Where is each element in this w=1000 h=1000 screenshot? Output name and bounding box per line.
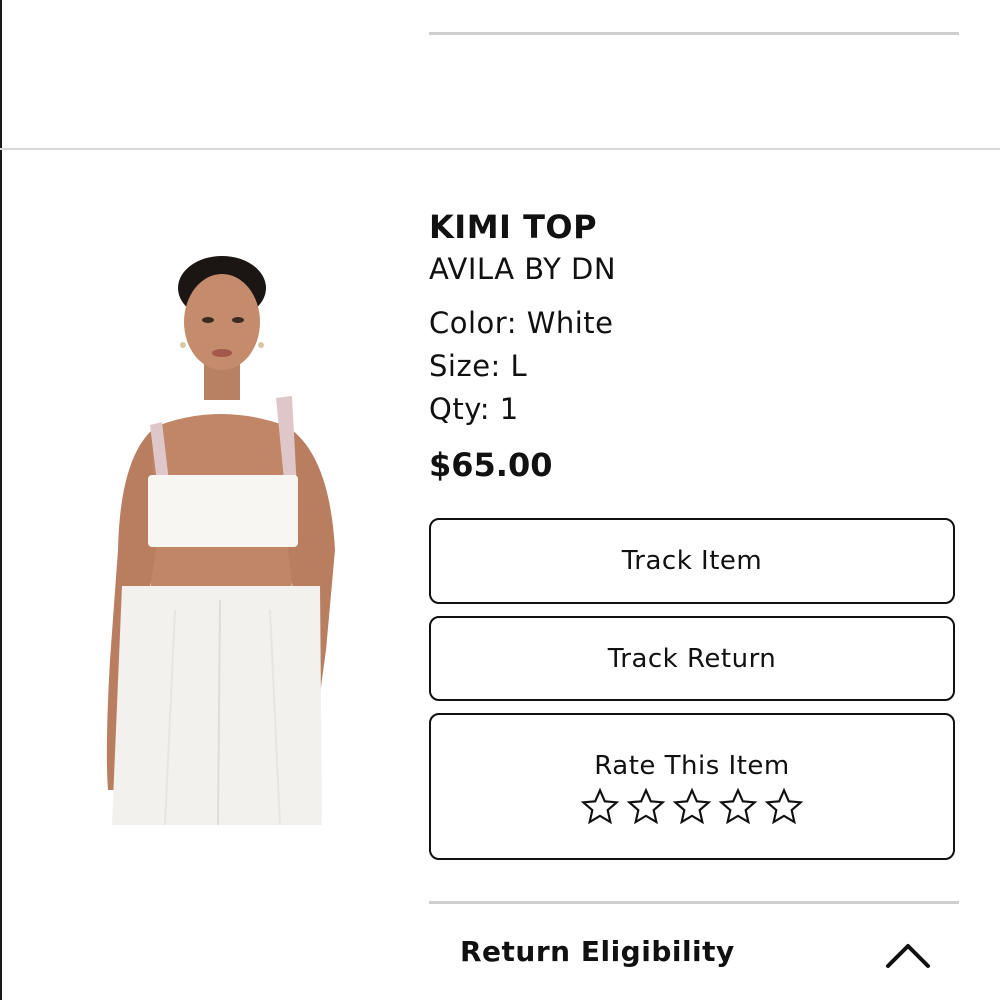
chevron-up-icon[interactable] bbox=[883, 938, 933, 972]
star-outline-icon[interactable] bbox=[718, 787, 758, 827]
star-outline-icon[interactable] bbox=[626, 787, 666, 827]
product-price: $65.00 bbox=[429, 446, 553, 484]
product-brand: AVILA BY DN bbox=[429, 252, 617, 286]
product-size: Size: L bbox=[429, 349, 528, 383]
star-outline-icon[interactable] bbox=[764, 787, 804, 827]
divider-bottom bbox=[429, 901, 959, 904]
divider-top bbox=[429, 32, 959, 35]
rating-stars bbox=[580, 787, 804, 827]
section-divider bbox=[0, 148, 1000, 150]
product-quantity: Qty: 1 bbox=[429, 392, 519, 426]
rate-item-label: Rate This Item bbox=[594, 750, 790, 781]
product-title: KIMI TOP bbox=[429, 208, 598, 246]
product-color: Color: White bbox=[429, 306, 614, 340]
product-image[interactable] bbox=[80, 250, 350, 825]
star-outline-icon[interactable] bbox=[672, 787, 712, 827]
return-eligibility-label[interactable]: Return Eligibility bbox=[460, 935, 735, 968]
star-outline-icon[interactable] bbox=[580, 787, 620, 827]
page-edge-border bbox=[0, 0, 2, 1000]
track-item-button[interactable]: Track Item bbox=[429, 518, 955, 604]
track-return-button[interactable]: Track Return bbox=[429, 616, 955, 701]
rate-item-panel: Rate This Item bbox=[429, 713, 955, 860]
